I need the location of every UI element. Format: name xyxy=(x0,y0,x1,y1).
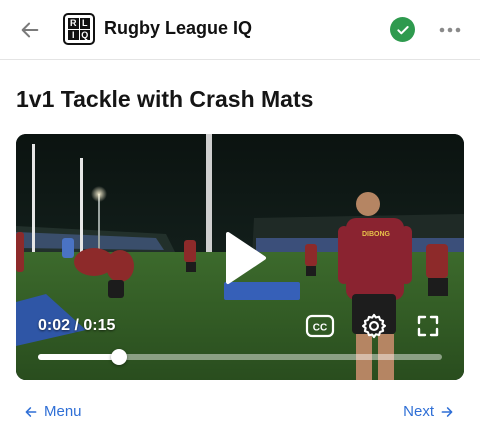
more-options-button[interactable] xyxy=(432,14,468,46)
app-title: Rugby League IQ xyxy=(104,18,253,38)
fullscreen-button[interactable] xyxy=(412,310,444,342)
verified-check-icon xyxy=(390,17,415,42)
closed-captions-icon: CC xyxy=(305,314,335,338)
video-player[interactable]: DIBONG 0:02 / 0:15 CC xyxy=(16,134,464,380)
menu-link-label: Menu xyxy=(44,403,82,420)
top-app-bar: R L I Q Rugby League IQ xyxy=(0,0,480,60)
app-logo: R L I Q xyxy=(63,13,95,45)
progress-fill xyxy=(38,354,119,360)
progress-handle[interactable] xyxy=(110,349,127,365)
logo-letter: Q xyxy=(79,29,90,40)
back-button[interactable] xyxy=(14,14,46,46)
logo-letter: R xyxy=(68,18,79,29)
shirt-print: DIBONG xyxy=(362,231,391,238)
logo-letter: I xyxy=(68,29,79,40)
menu-link[interactable]: Menu xyxy=(24,403,82,420)
time-display: 0:02 / 0:15 xyxy=(38,317,116,334)
play-button[interactable] xyxy=(212,228,272,288)
svg-text:CC: CC xyxy=(313,323,327,334)
settings-button[interactable] xyxy=(358,310,390,342)
arrow-left-icon xyxy=(25,406,37,417)
play-icon xyxy=(226,232,266,284)
arrow-right-icon xyxy=(441,406,453,417)
page-title: 1v1 Tackle with Crash Mats xyxy=(16,86,314,112)
more-horizontal-icon xyxy=(439,27,461,33)
next-link-label: Next xyxy=(403,403,434,420)
arrow-left-icon xyxy=(21,22,39,38)
next-link[interactable]: Next xyxy=(403,403,454,420)
closed-captions-button[interactable]: CC xyxy=(304,310,336,342)
logo-letter: L xyxy=(79,18,90,29)
video-progress-slider[interactable] xyxy=(38,349,442,365)
fullscreen-icon xyxy=(417,315,439,337)
settings-gear-icon xyxy=(361,313,387,339)
